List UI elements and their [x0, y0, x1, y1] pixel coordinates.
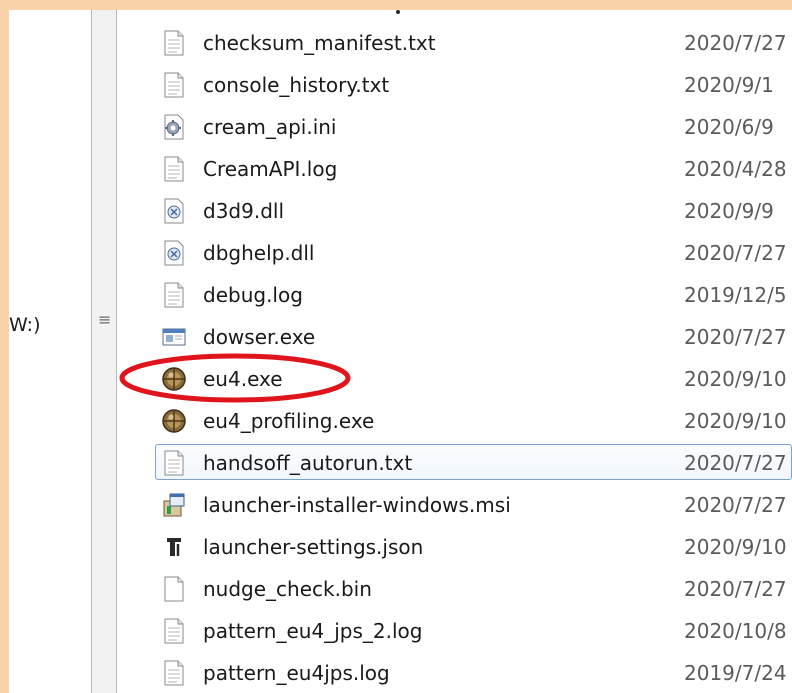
text-file-icon — [164, 618, 184, 644]
file-row[interactable]: d3d9.dll 2020/9/9 — [117, 190, 792, 232]
file-row[interactable]: CreamAPI.log 2020/4/28 — [117, 148, 792, 190]
file-name: pattern_eu4jps.log — [203, 661, 390, 685]
file-name: CreamAPI.log — [203, 157, 338, 181]
blank-file-icon — [164, 576, 184, 602]
file-name: eu4_profiling.exe — [203, 409, 375, 433]
file-date: 2020/7/27 — [684, 241, 787, 265]
text-file-icon — [164, 660, 184, 686]
json-file-icon — [167, 538, 181, 556]
file-row[interactable]: cream_api.ini 2020/6/9 — [117, 106, 792, 148]
file-date: 2020/7/27 — [684, 31, 787, 55]
file-date: 2020/4/28 — [684, 157, 787, 181]
file-name: checksum_manifest.txt — [203, 31, 436, 55]
file-name: handsoff_autorun.txt — [203, 451, 413, 475]
eu4-globe-icon — [162, 409, 186, 433]
file-row[interactable]: launcher-settings.json 2020/9/10 — [117, 526, 792, 568]
dll-file-icon — [164, 198, 184, 224]
clipped-row-text-icon — [396, 10, 400, 14]
file-date: 2020/7/27 — [684, 451, 787, 475]
clipped-row-fragment — [117, 10, 792, 14]
file-row-focused[interactable]: handsoff_autorun.txt 2020/7/27 — [117, 442, 792, 484]
file-date: 2020/10/8 — [684, 619, 787, 643]
file-name: cream_api.ini — [203, 115, 337, 139]
file-name: pattern_eu4_jps_2.log — [203, 619, 423, 643]
splitter-grip-icon[interactable]: ≡ — [98, 312, 111, 328]
file-row[interactable]: pattern_eu4jps.log 2019/7/24 — [117, 652, 792, 693]
installer-package-icon — [163, 493, 185, 517]
file-row[interactable]: checksum_manifest.txt 2020/7/27 — [117, 22, 792, 64]
file-name: launcher-settings.json — [203, 535, 424, 559]
file-name: dbghelp.dll — [203, 241, 315, 265]
file-date: 2019/12/5 — [684, 283, 787, 307]
file-date: 2020/9/10 — [684, 535, 787, 559]
file-date: 2019/7/24 — [684, 661, 787, 685]
file-row[interactable]: dbghelp.dll 2020/7/27 — [117, 232, 792, 274]
file-date: 2020/9/1 — [684, 73, 774, 97]
pane-splitter[interactable]: ≡ — [91, 10, 117, 693]
file-name: console_history.txt — [203, 73, 390, 97]
file-name: d3d9.dll — [203, 199, 285, 223]
drive-item-label[interactable]: W:) — [9, 314, 41, 336]
file-row[interactable]: nudge_check.bin 2020/7/27 — [117, 568, 792, 610]
text-file-icon — [164, 156, 184, 182]
file-date: 2020/9/10 — [684, 367, 787, 391]
file-name: debug.log — [203, 283, 303, 307]
file-date: 2020/6/9 — [684, 115, 774, 139]
file-date: 2020/7/27 — [684, 325, 787, 349]
file-row[interactable]: eu4_profiling.exe 2020/9/10 — [117, 400, 792, 442]
window-app-icon — [162, 328, 186, 346]
file-date: 2020/9/10 — [684, 409, 787, 433]
config-file-icon — [164, 114, 184, 140]
file-name: launcher-installer-windows.msi — [203, 493, 511, 517]
file-date: 2020/7/27 — [684, 493, 787, 517]
file-date: 2020/9/9 — [684, 199, 774, 223]
file-name: dowser.exe — [203, 325, 316, 349]
text-file-icon — [164, 450, 184, 476]
file-name: nudge_check.bin — [203, 577, 372, 601]
file-row[interactable]: pattern_eu4_jps_2.log 2020/10/8 — [117, 610, 792, 652]
file-row[interactable]: console_history.txt 2020/9/1 — [117, 64, 792, 106]
text-file-icon — [164, 282, 184, 308]
text-file-icon — [164, 30, 184, 56]
file-date: 2020/7/27 — [684, 577, 787, 601]
navigation-pane: W:) — [9, 10, 91, 693]
file-row[interactable]: launcher-installer-windows.msi 2020/7/27 — [117, 484, 792, 526]
dll-file-icon — [164, 240, 184, 266]
red-highlight-circle — [119, 353, 351, 403]
text-file-icon — [164, 72, 184, 98]
file-row[interactable]: debug.log 2019/12/5 — [117, 274, 792, 316]
